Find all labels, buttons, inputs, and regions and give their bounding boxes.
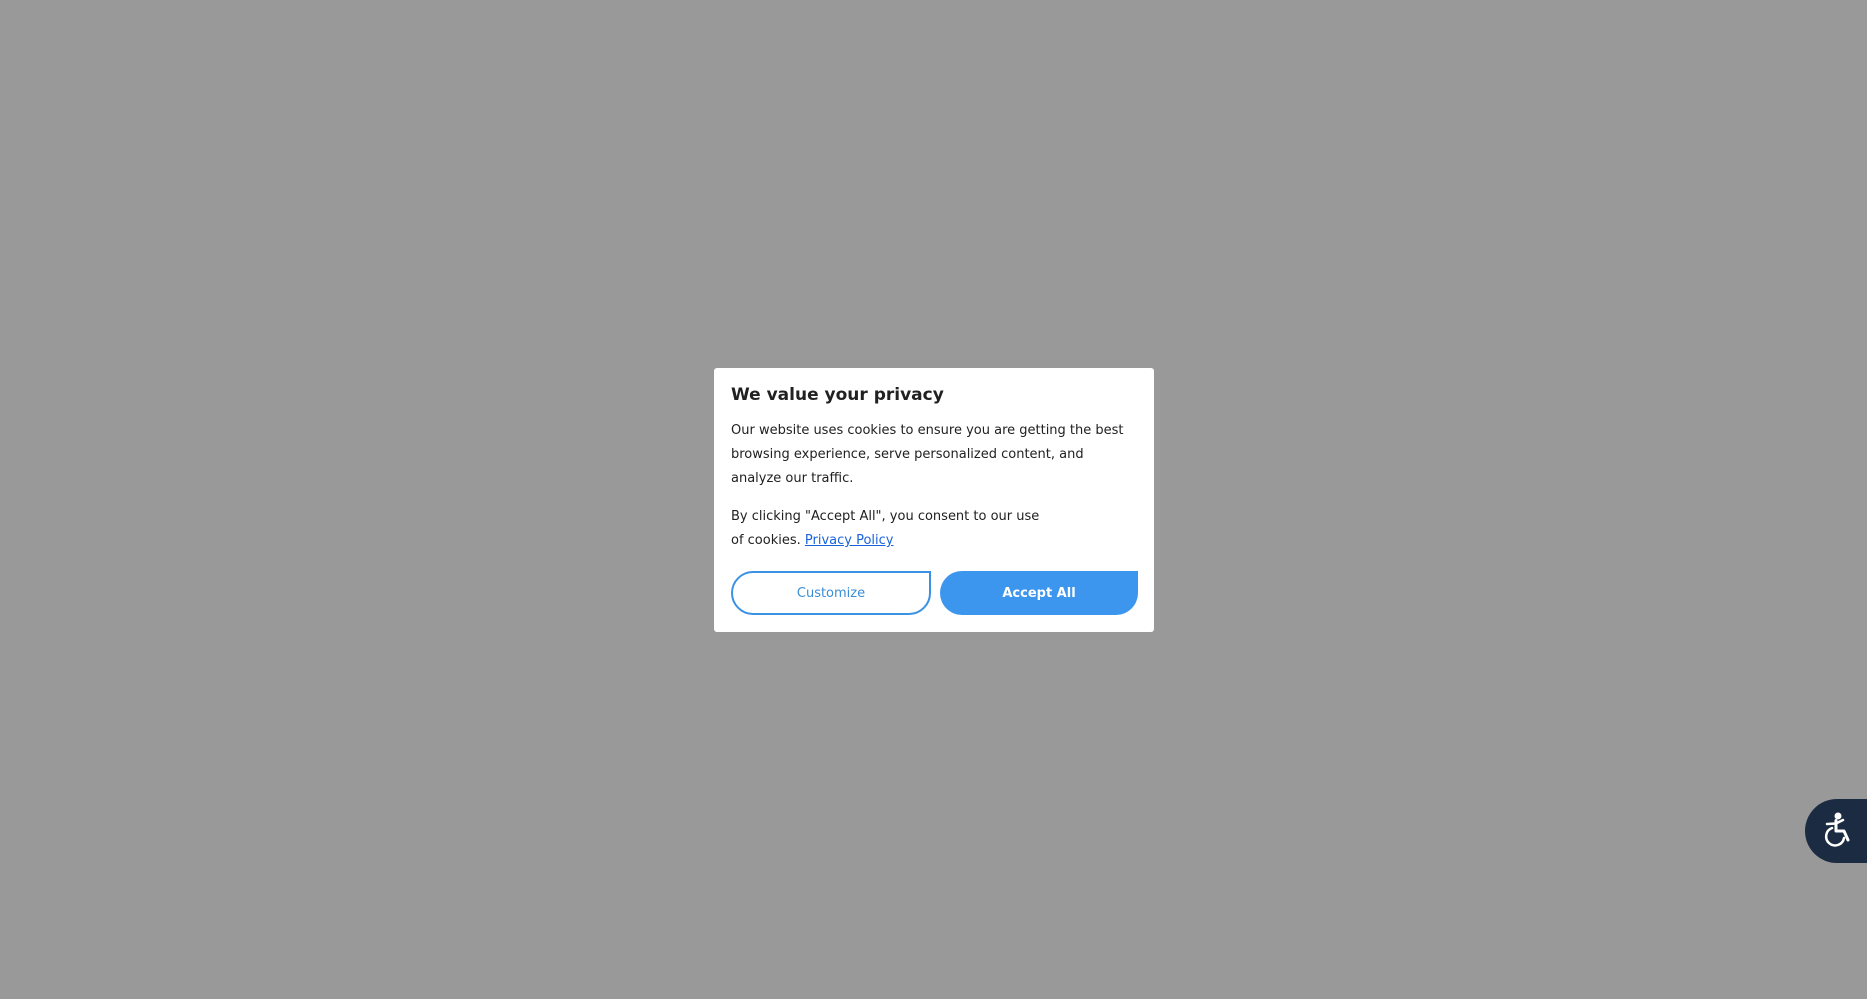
dialog-title: We value your privacy: [731, 385, 944, 405]
accept-all-button[interactable]: Accept All: [940, 571, 1138, 615]
accessibility-widget-button[interactable]: [1805, 799, 1867, 863]
consent-text-block: By clicking "Accept All", you consent to…: [731, 505, 1051, 553]
cookie-consent-dialog: We value your privacy Our website uses c…: [714, 368, 1154, 632]
customize-button[interactable]: Customize: [731, 571, 931, 615]
accessibility-icon: [1817, 809, 1857, 853]
dialog-buttons: Customize Accept All: [731, 571, 1138, 615]
dialog-description: Our website uses cookies to ensure you a…: [731, 423, 1124, 486]
privacy-policy-link[interactable]: Privacy Policy: [805, 533, 894, 548]
